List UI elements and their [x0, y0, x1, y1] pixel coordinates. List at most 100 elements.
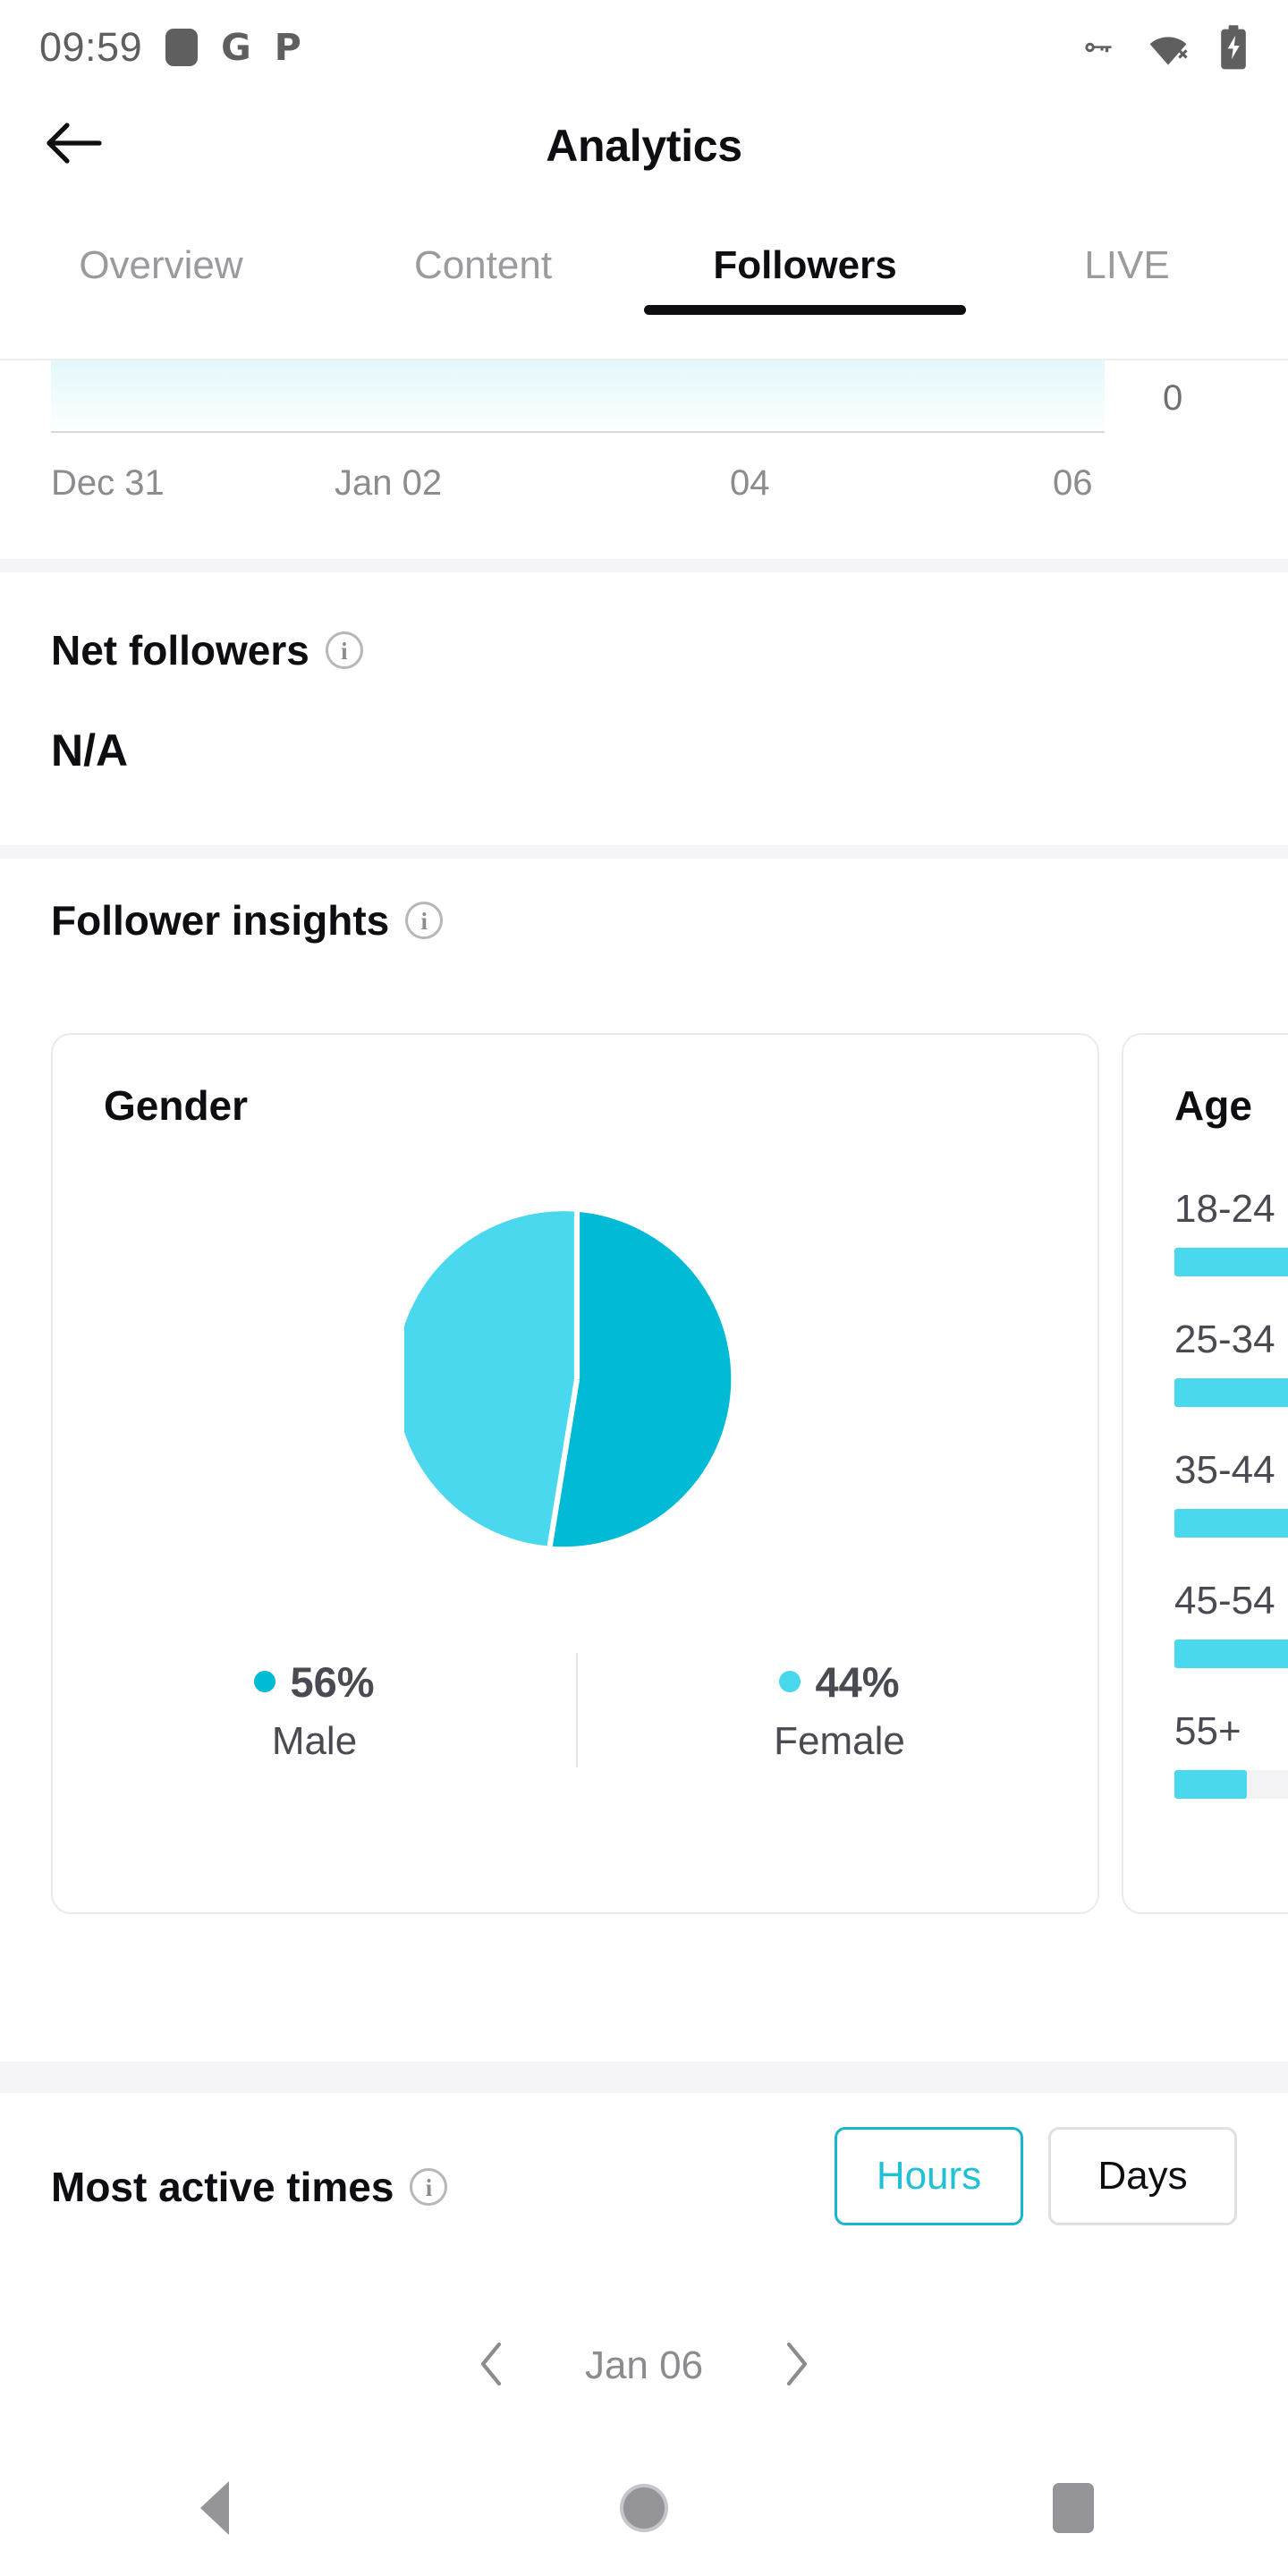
chart-y-axis-value: 0	[1163, 378, 1183, 418]
gender-pie-chart	[53, 1169, 1101, 1589]
follower-insights-section: Follower insights i Gender 56% Male 44% …	[0, 859, 1288, 2062]
most-active-times-title: Most active times	[51, 2164, 394, 2210]
age-track-35-44	[1174, 1509, 1288, 1538]
age-row-55-plus: 55+	[1174, 1709, 1288, 1799]
nav-recents-icon	[1053, 2483, 1094, 2533]
rounded-square-notification-icon	[165, 28, 199, 66]
tab-active-underline	[644, 305, 966, 315]
battery-charging-icon	[1218, 24, 1249, 71]
back-arrow-icon	[44, 117, 105, 174]
tab-live[interactable]: LIVE	[966, 234, 1288, 288]
chart-x-axis: Dec 31 Jan 02 04 06	[0, 463, 1288, 517]
net-followers-header: Net followers i	[51, 626, 363, 674]
age-bar-list: 18-24 25-34 35-44 45-54 55+	[1174, 1187, 1288, 1840]
toggle-hours-label: Hours	[876, 2154, 982, 2198]
gender-pie-svg	[404, 1211, 732, 1547]
age-label-25-34: 25-34	[1174, 1318, 1275, 1361]
chart-baseline	[51, 431, 1105, 433]
age-track-25-34	[1174, 1378, 1288, 1407]
legend-female-label: Female	[774, 1718, 905, 1763]
age-track-55-plus	[1174, 1770, 1288, 1799]
chevron-left-icon[interactable]	[476, 2339, 506, 2394]
section-gap-1	[0, 559, 1288, 572]
age-label-45-54: 45-54	[1174, 1579, 1275, 1623]
toggle-days-label: Days	[1097, 2154, 1188, 2198]
most-active-times-toggle-group: Hours Days	[835, 2127, 1237, 2225]
age-label-55-plus: 55+	[1174, 1709, 1241, 1753]
tab-content-label: Content	[413, 243, 553, 287]
legend-item-male: 56% Male	[53, 1657, 576, 1764]
toggle-days-button[interactable]: Days	[1048, 2127, 1237, 2225]
status-bar-right	[1077, 24, 1249, 71]
back-button[interactable]	[39, 111, 109, 181]
chart-area-fill	[51, 360, 1105, 431]
legend-female-percent: 44%	[815, 1657, 900, 1706]
info-icon[interactable]: i	[325, 631, 363, 669]
legend-male-label: Male	[271, 1718, 358, 1763]
date-navigator: Jan 06	[0, 2317, 1288, 2415]
legend-male-value-row: 56%	[53, 1657, 576, 1707]
chevron-right-icon[interactable]	[782, 2339, 812, 2394]
legend-female-value-row: 44%	[578, 1657, 1101, 1707]
legend-male-percent: 56%	[290, 1657, 375, 1706]
chart-x-tick-1: Jan 02	[335, 463, 443, 503]
age-row-25-34: 25-34	[1174, 1318, 1288, 1407]
age-fill-35-44	[1174, 1509, 1288, 1538]
net-followers-value: N/A	[51, 725, 129, 775]
age-card: Age 18-24 25-34 35-44 45-54 55+	[1122, 1033, 1288, 1914]
legend-dot-female	[779, 1671, 801, 1692]
net-followers-title: Net followers	[51, 627, 309, 674]
status-bar-left: 09:59 G P	[39, 24, 301, 71]
tab-overview[interactable]: Overview	[0, 234, 322, 288]
section-gap-3	[0, 2062, 1288, 2093]
insight-cards-scroller[interactable]: Gender 56% Male 44% Female Age 18-24 25-…	[0, 1033, 1288, 1914]
gender-card-title: Gender	[104, 1082, 249, 1129]
net-followers-section: Net followers i N/A	[0, 572, 1288, 845]
chart-x-tick-3: 06	[1053, 463, 1093, 503]
nav-home-button[interactable]	[429, 2484, 859, 2532]
info-icon[interactable]: i	[410, 2168, 448, 2206]
age-fill-55-plus	[1174, 1770, 1248, 1799]
date-navigator-label: Jan 06	[584, 2343, 704, 2387]
p-notification-icon: P	[274, 25, 301, 69]
toggle-hours-button[interactable]: Hours	[835, 2127, 1023, 2225]
tab-overview-label: Overview	[79, 243, 243, 287]
age-label-35-44: 35-44	[1174, 1448, 1275, 1492]
age-card-title: Age	[1174, 1082, 1252, 1129]
legend-item-female: 44% Female	[578, 1657, 1101, 1764]
nav-home-icon	[620, 2484, 668, 2532]
status-bar-clock: 09:59	[39, 23, 143, 70]
nav-recents-button[interactable]	[859, 2483, 1288, 2533]
tab-live-label: LIVE	[1084, 243, 1170, 287]
info-icon[interactable]: i	[405, 902, 444, 939]
pie-slice-female	[404, 1211, 577, 1546]
age-row-18-24: 18-24	[1174, 1187, 1288, 1276]
status-bar: 09:59 G P	[0, 0, 1288, 94]
vpn-key-icon	[1077, 25, 1122, 70]
tab-followers[interactable]: Followers	[644, 234, 966, 315]
page-title: Analytics	[546, 120, 742, 171]
age-track-45-54	[1174, 1640, 1288, 1668]
age-fill-45-54	[1174, 1640, 1288, 1668]
tab-content[interactable]: Content	[322, 234, 644, 288]
age-track-18-24	[1174, 1248, 1288, 1276]
follower-insights-title: Follower insights	[51, 897, 390, 944]
age-row-35-44: 35-44	[1174, 1448, 1288, 1538]
nav-back-icon	[200, 2481, 229, 2535]
analytics-tab-bar: Overview Content Followers LIVE	[0, 234, 1288, 360]
follower-count-chart: 0 Dec 31 Jan 02 04 06	[0, 360, 1288, 559]
app-header: Analytics	[0, 94, 1288, 197]
age-fill-25-34	[1174, 1378, 1288, 1407]
gender-legend: 56% Male 44% Female	[53, 1630, 1101, 1791]
android-navigation-bar	[0, 2440, 1288, 2576]
chart-x-tick-0: Dec 31	[51, 463, 165, 503]
most-active-times-header: Most active times i	[51, 2163, 448, 2211]
tab-followers-label: Followers	[713, 243, 897, 287]
section-gap-2	[0, 845, 1288, 859]
google-notification-icon: G	[221, 25, 251, 69]
age-row-45-54: 45-54	[1174, 1579, 1288, 1668]
nav-back-button[interactable]	[0, 2481, 429, 2535]
chart-x-tick-2: 04	[730, 463, 770, 503]
legend-dot-male	[254, 1671, 276, 1692]
wifi-no-internet-icon	[1147, 25, 1193, 70]
